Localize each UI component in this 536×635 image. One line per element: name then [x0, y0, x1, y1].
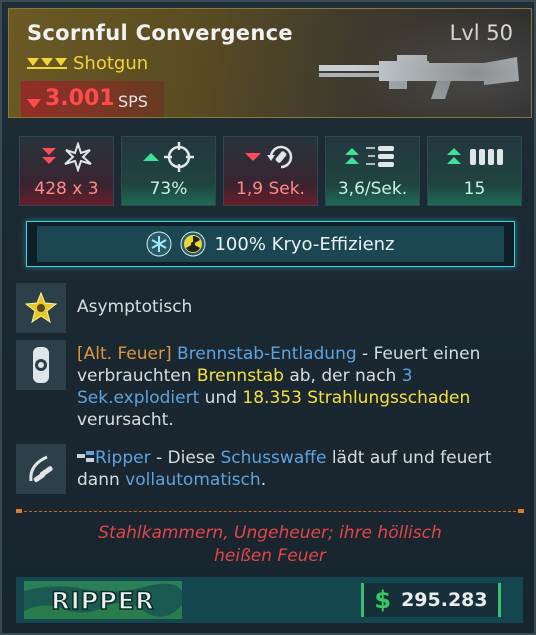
double-down-arrow-icon: [41, 148, 56, 164]
item-footer: RIPPER $ 295.283: [16, 577, 523, 623]
sps-stat: 3.001 SPS: [21, 81, 164, 117]
item-level: Lvl 50: [449, 21, 513, 45]
item-card: Scornful Convergence Lvl 50 Shotgun 3.00…: [0, 0, 536, 635]
ripper-mini-icon: [77, 451, 94, 462]
cryo-efficiency-label: 100% Kryo-Effizienz: [214, 233, 395, 255]
stat-accuracy[interactable]: 73%: [121, 136, 216, 206]
stat-reload-value: 1,9 Sek.: [236, 179, 305, 199]
crosshair-icon: [163, 142, 194, 172]
magazine-icon: [469, 149, 503, 165]
fuel-rod-icon: [16, 340, 66, 390]
sps-unit: SPS: [118, 92, 148, 111]
alt-fire-tag: [Alt. Feuer]: [77, 344, 172, 364]
ripper-brand-logo: RIPPER: [24, 581, 182, 619]
stat-fire-rate[interactable]: 3,6/Sek.: [325, 136, 420, 206]
perk-text: und: [199, 388, 243, 408]
radiation-icon: [180, 231, 206, 257]
stat-magazine[interactable]: 15: [427, 136, 522, 206]
perk-text: - Diese: [150, 448, 221, 468]
perk-highlight: Schusswaffe: [220, 448, 327, 468]
perk-highlight: vollautomatisch: [125, 470, 261, 490]
rarity-chevron-icon: [27, 57, 67, 70]
section-divider: [16, 509, 524, 513]
perk-text: verursacht.: [77, 410, 174, 430]
bullets-stream-icon: [16, 444, 66, 494]
weapon-type: Shotgun: [27, 53, 148, 74]
perk-text: .: [260, 470, 267, 490]
cryo-efficiency-bar: 100% Kryo-Effizienz: [26, 221, 515, 267]
price-value: 295.283: [401, 589, 488, 611]
damage-burst-icon: [63, 142, 92, 172]
fire-rate-bullets-icon: [365, 146, 394, 167]
perk-highlight: Brennstab: [196, 366, 284, 386]
down-arrow-icon: [244, 153, 261, 161]
snowflake-icon: [146, 231, 172, 257]
stat-accuracy-value: 73%: [149, 179, 188, 199]
ripper-brand-text: RIPPER: [51, 587, 154, 615]
down-arrow-icon: [27, 94, 41, 113]
stat-magazine-value: 15: [463, 179, 486, 199]
perk-asymptotic-name: Asymptotisch: [77, 297, 193, 317]
flavor-line-2: heißen Feuer: [214, 546, 326, 566]
stat-damage-value: 428 x 3: [34, 179, 99, 199]
double-up-arrow-icon: [344, 148, 359, 164]
shotgun-icon: [319, 51, 519, 105]
stats-row: 428 x 3 73% 1,9 Sek. 3,6/Sek. 15: [19, 136, 522, 206]
double-up-arrow-icon: [446, 148, 461, 164]
sps-value: 3.001: [45, 86, 115, 111]
item-title: Scornful Convergence: [27, 21, 293, 45]
flavor-line-1: Stahlkammern, Ungeheuer; ihre höllisch: [98, 523, 442, 543]
perk-highlight: 18.353 Strahlungsschaden: [242, 388, 471, 408]
stat-fire-rate-value: 3,6/Sek.: [337, 179, 408, 199]
stat-reload[interactable]: 1,9 Sek.: [223, 136, 318, 206]
up-arrow-icon: [142, 153, 159, 161]
perk-fuel-rod-name: Brennstab-Entladung: [177, 344, 357, 364]
perk-text: ab, der nach: [283, 366, 402, 386]
star-burst-icon: [16, 283, 66, 333]
currency-icon: $: [374, 586, 392, 614]
item-price: $ 295.283: [361, 583, 501, 617]
reload-icon: [266, 145, 292, 169]
weapon-type-label: Shotgun: [73, 53, 149, 74]
flavor-text: Stahlkammern, Ungeheuer; ihre höllisch h…: [2, 522, 536, 568]
item-header: Scornful Convergence Lvl 50 Shotgun 3.00…: [8, 8, 532, 118]
perk-ripper-name: Ripper: [95, 448, 151, 468]
stat-damage[interactable]: 428 x 3: [19, 136, 114, 206]
